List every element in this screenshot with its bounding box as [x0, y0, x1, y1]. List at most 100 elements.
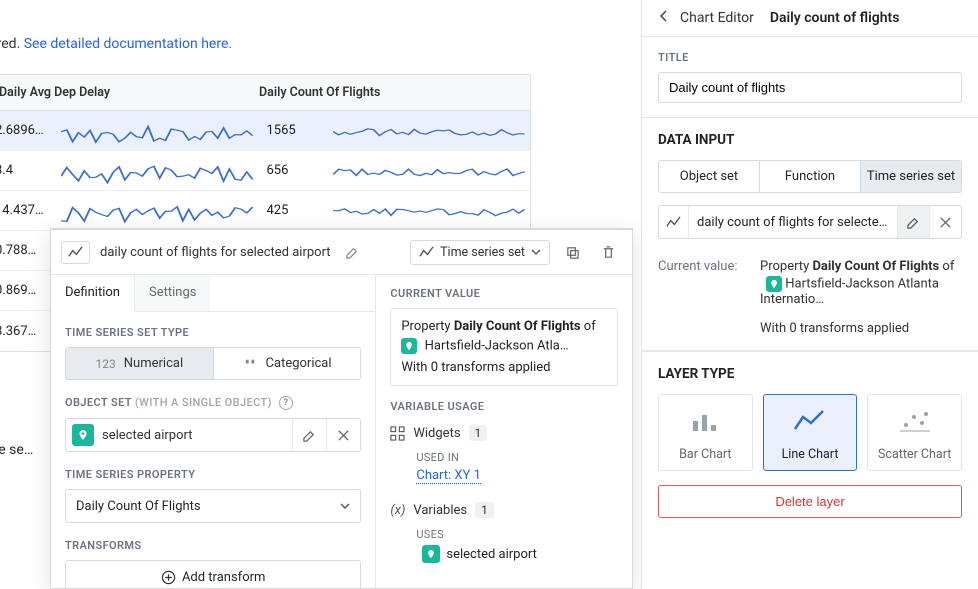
cell-delay: 2.6896…: [0, 123, 57, 138]
layer-scatter-label: Scatter Chart: [868, 447, 961, 462]
variables-icon: (x): [390, 503, 405, 518]
popover-header: daily count of flights for selected airp…: [51, 230, 632, 274]
table-row[interactable]: 2.6896… 1565: [0, 111, 530, 151]
edit-title-button[interactable]: [339, 238, 367, 266]
table-row[interactable]: 3.4 656: [0, 151, 530, 191]
clear-object-set[interactable]: [326, 419, 360, 451]
plus-icon: [161, 570, 176, 585]
current-value-label: CURRENT VALUE: [390, 287, 618, 300]
table-header: Daily Avg Dep Delay Daily Count Of Fligh…: [0, 75, 530, 111]
tss-type-segment: 123 Numerical Categorical: [65, 347, 361, 380]
delete-button[interactable]: [594, 238, 622, 266]
truncated-label: me se…: [0, 442, 33, 458]
type-selector-label: Time series set: [440, 245, 525, 260]
seg-numerical[interactable]: 123 Numerical: [66, 348, 214, 379]
layer-type-grid: Bar Chart Line Chart Scatter Chart: [658, 394, 962, 471]
seg-categorical[interactable]: Categorical: [214, 348, 361, 379]
cv-line2: Hartsfield-Jackson Atla…: [401, 338, 607, 354]
edit-variable-button[interactable]: [897, 206, 929, 238]
cell-count: 425: [259, 203, 329, 218]
title-input[interactable]: [658, 72, 962, 103]
type-selector[interactable]: Time series set: [410, 240, 550, 265]
data-input-section: DATA INPUT Object set Function Time seri…: [642, 118, 978, 352]
cv-r-line2: Hartsfield-Jackson Atlanta Internatio…: [760, 276, 962, 307]
col-count[interactable]: Daily Count Of Flights: [247, 75, 530, 110]
object-set-hint: (WITH A SINGLE OBJECT): [135, 396, 272, 409]
object-set-label-text: OBJECT SET: [65, 396, 132, 409]
sparkline-count: [329, 157, 531, 185]
sparkline-count: [329, 117, 531, 145]
object-set-value: selected airport: [94, 428, 292, 443]
edit-object-set[interactable]: [292, 419, 326, 451]
ts-prop-select[interactable]: Daily Count Of Flights: [65, 489, 361, 523]
clear-variable-button[interactable]: [929, 206, 961, 238]
widgets-label: Widgets: [413, 426, 460, 441]
ts-prop-value: Daily Count Of Flights: [76, 499, 201, 514]
help-icon[interactable]: ?: [279, 396, 293, 410]
chevron-down-icon: [340, 501, 350, 511]
cell-delay: 0.869…: [0, 283, 57, 298]
title-section: TITLE: [642, 37, 978, 118]
used-in-link[interactable]: Chart: XY 1: [416, 468, 481, 484]
add-transform-button[interactable]: Add transform: [65, 560, 361, 588]
uses-value: selected airport: [446, 547, 537, 562]
bar-chart-icon: [688, 409, 722, 433]
cv-r-line1: Property Daily Count Of Flights of: [760, 259, 962, 274]
doc-link[interactable]: See detailed documentation here.: [24, 36, 232, 52]
popover-right: CURRENT VALUE Property Daily Count Of Fl…: [376, 275, 632, 588]
layer-scatter[interactable]: Scatter Chart: [867, 394, 962, 471]
widgets-icon: [390, 426, 405, 441]
duplicate-button[interactable]: [558, 238, 586, 266]
ts-prop-label: TIME SERIES PROPERTY: [65, 468, 361, 481]
seg-categorical-label: Categorical: [266, 356, 332, 371]
cv-r-line3: With 0 transforms applied: [760, 321, 962, 336]
line-chart-icon: [793, 409, 827, 433]
variable-editor-popover: daily count of flights for selected airp…: [50, 228, 633, 589]
layer-line[interactable]: Line Chart: [763, 394, 858, 471]
layer-type-label: LAYER TYPE: [658, 366, 962, 382]
seg-object-set[interactable]: Object set: [659, 161, 760, 192]
main-area: sired. See detailed documentation here. …: [0, 0, 642, 589]
col-delay[interactable]: Daily Avg Dep Delay: [0, 75, 247, 110]
popover-title: daily count of flights for selected airp…: [100, 245, 331, 260]
current-value-card: Property Daily Count Of Flights of Harts…: [390, 308, 618, 386]
title-label: TITLE: [658, 51, 962, 64]
table-row[interactable]: 14.437…425: [0, 191, 530, 231]
sparkline-delay: [57, 117, 259, 145]
cv-line1: Property Daily Count Of Flights of: [401, 319, 607, 334]
seg-time-series-set[interactable]: Time series set: [861, 161, 961, 192]
doc-prefix: sired.: [0, 36, 24, 52]
layer-bar-label: Bar Chart: [659, 447, 752, 462]
widgets-row: Widgets 1: [390, 421, 618, 445]
cell-delay: 0.788…: [0, 243, 57, 258]
location-icon: [72, 424, 94, 446]
cell-count: 1565: [259, 123, 329, 138]
input-type-segment: Object set Function Time series set: [658, 160, 962, 193]
panel-header: Chart Editor Daily count of flights: [642, 0, 978, 37]
object-set-label: OBJECT SET (WITH A SINGLE OBJECT) ?: [65, 396, 361, 410]
cell-count: 656: [259, 163, 329, 178]
tab-definition[interactable]: Definition: [51, 275, 135, 312]
back-button[interactable]: [658, 10, 670, 26]
timeseries-icon: [61, 241, 90, 264]
breadcrumb[interactable]: Chart Editor: [680, 10, 754, 26]
delete-layer-button[interactable]: Delete layer: [658, 485, 962, 518]
uses-chip: selected airport: [416, 545, 537, 563]
sparkline-delay: [57, 157, 259, 185]
cell-delay: 3.4: [0, 163, 57, 178]
widgets-count: 1: [469, 425, 488, 441]
page-title: Daily count of flights: [770, 10, 900, 26]
input-variable-text: daily count of flights for selected airp…: [689, 215, 897, 230]
location-icon: [422, 545, 440, 563]
numerical-prefix: 123: [96, 357, 116, 371]
variables-label: Variables: [413, 503, 467, 518]
chevron-down-icon: [531, 247, 541, 257]
seg-function[interactable]: Function: [760, 161, 861, 192]
layer-line-label: Line Chart: [764, 447, 857, 462]
layer-bar[interactable]: Bar Chart: [658, 394, 753, 471]
object-set-chip: selected airport: [65, 418, 361, 452]
transforms-label: TRANSFORMS: [65, 539, 361, 552]
doc-text: sired. See detailed documentation here.: [0, 36, 232, 52]
tab-settings[interactable]: Settings: [135, 275, 210, 311]
location-icon: [766, 276, 782, 292]
